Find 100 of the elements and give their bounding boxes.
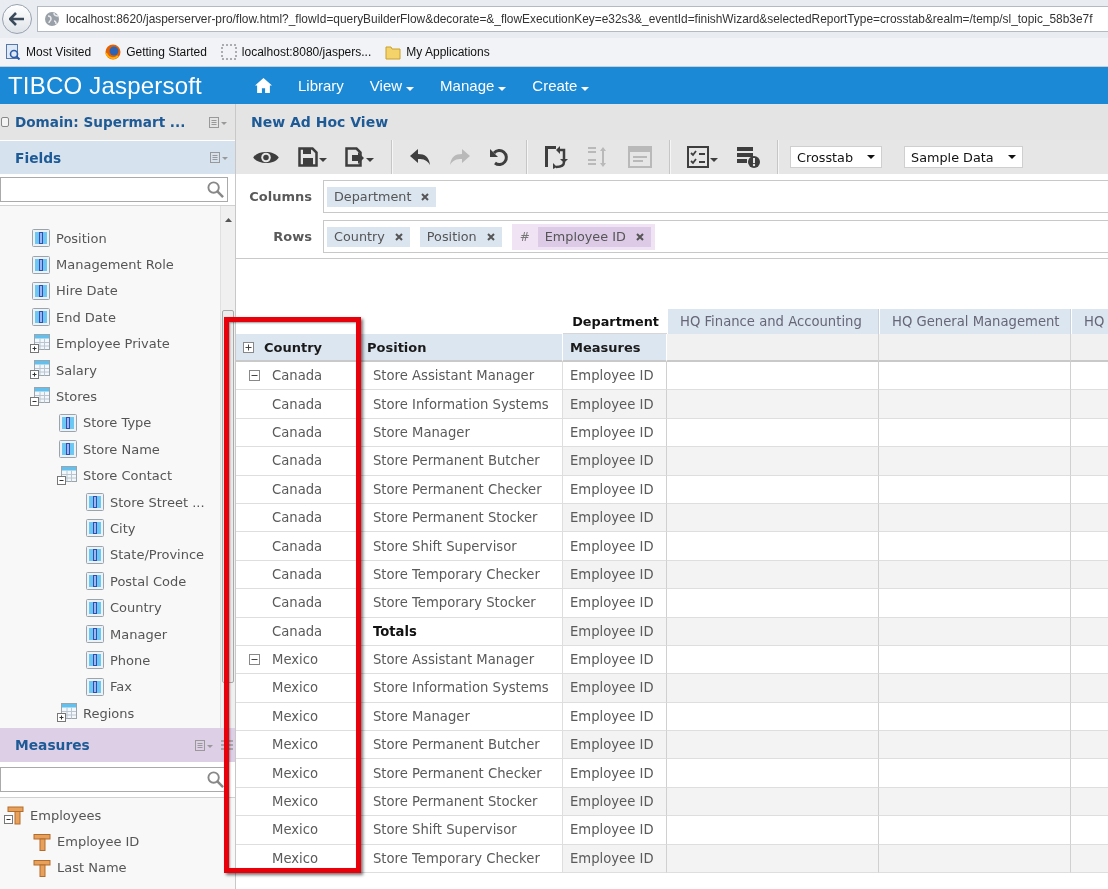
export-button[interactable] bbox=[342, 144, 377, 170]
table-cell: Store Shift Supervisor bbox=[360, 816, 563, 845]
rows-label: Rows bbox=[272, 229, 312, 244]
row-header[interactable]: Measures bbox=[563, 334, 667, 362]
input-controls-button[interactable] bbox=[684, 143, 721, 171]
view-type-select[interactable]: Crosstab bbox=[790, 146, 883, 168]
nav-menu-item[interactable]: Manage bbox=[440, 73, 507, 98]
bookmark-link[interactable]: Getting Started bbox=[102, 42, 210, 62]
field-item[interactable]: Management Role bbox=[56, 257, 174, 273]
table-cell: Canada bbox=[272, 424, 323, 440]
field-item[interactable]: Store Type bbox=[83, 415, 152, 431]
address-field[interactable]: localhost:8620/jasperserver-pro/flow.html?_flowId=queryBuilderFlow&decorate=&_flowExecutionKey=e32s3&_eventId=finishWizard&selectedReportType=crosstab&realm=/temp/sl_topic_58b3e7f bbox=[37, 6, 1108, 32]
lines-icon[interactable] bbox=[221, 740, 233, 750]
measure-item[interactable]: Last Name bbox=[57, 860, 127, 876]
field-item[interactable]: Salary bbox=[56, 362, 97, 378]
measure-item[interactable]: Employee ID bbox=[57, 834, 140, 850]
columns-drop-zone[interactable]: Department bbox=[323, 180, 1108, 213]
table-cell: Canada bbox=[272, 368, 323, 384]
column-header[interactable]: HQ Finance and Accounting bbox=[667, 309, 879, 334]
field-item[interactable]: Store Contact bbox=[83, 468, 173, 484]
field-item[interactable]: Postal Code bbox=[110, 573, 187, 589]
table-cell: Employee ID bbox=[563, 617, 667, 646]
field-item[interactable]: Position bbox=[56, 230, 107, 246]
circular-arrow-icon bbox=[489, 147, 509, 167]
nav-menu-item[interactable]: Library bbox=[298, 73, 344, 98]
table-plus-icon[interactable] bbox=[30, 360, 50, 381]
column-icon bbox=[86, 625, 104, 644]
minus-box-icon[interactable] bbox=[249, 654, 260, 666]
measures-group[interactable]: # Employee ID bbox=[511, 223, 655, 250]
table-cell: Mexico bbox=[272, 765, 319, 781]
field-item[interactable]: Hire Date bbox=[56, 283, 118, 299]
ruler-minus-icon[interactable] bbox=[4, 805, 24, 826]
field-item[interactable]: Employee Private bbox=[56, 336, 170, 352]
measure-item[interactable]: Employees bbox=[30, 807, 102, 823]
column-icon bbox=[32, 229, 50, 248]
field-chip[interactable]: Country bbox=[327, 226, 410, 247]
search-icon[interactable] bbox=[207, 771, 224, 788]
table-cell: Mexico bbox=[272, 794, 319, 810]
table-cell: Employee ID bbox=[563, 503, 667, 533]
nav-menu-item[interactable]: Create bbox=[532, 73, 590, 98]
column-icon bbox=[59, 440, 77, 459]
remove-icon[interactable] bbox=[486, 232, 495, 241]
field-item[interactable]: Manager bbox=[110, 626, 167, 642]
field-item[interactable]: Store Name bbox=[83, 441, 160, 457]
nav-menu-item[interactable]: View bbox=[369, 73, 415, 98]
field-item[interactable]: Phone bbox=[110, 652, 151, 668]
field-item[interactable]: End Date bbox=[56, 309, 116, 325]
remove-icon[interactable] bbox=[421, 192, 430, 201]
field-chip[interactable]: Position bbox=[419, 226, 502, 247]
home-button[interactable] bbox=[255, 76, 272, 95]
table-cell: Canada bbox=[272, 566, 323, 582]
table-cell: Employee ID bbox=[563, 475, 667, 504]
field-chip[interactable]: Department bbox=[327, 186, 437, 207]
table-window-icon bbox=[628, 146, 652, 168]
remove-icon[interactable] bbox=[394, 232, 403, 241]
column-icon bbox=[86, 677, 104, 696]
measure-chip[interactable]: Employee ID bbox=[537, 226, 651, 247]
row-header[interactable]: Position bbox=[360, 334, 563, 362]
table-cell: Store Temporary Stocker bbox=[360, 589, 563, 618]
field-item[interactable]: Fax bbox=[110, 679, 132, 695]
field-item[interactable]: Stores bbox=[56, 389, 98, 405]
table-plus-icon[interactable] bbox=[30, 333, 50, 354]
bookmark-link[interactable]: My Applications bbox=[382, 42, 493, 62]
table-minus-icon[interactable] bbox=[57, 465, 77, 486]
home-icon bbox=[255, 78, 272, 93]
table-cell: Canada bbox=[272, 623, 323, 639]
scroll-up-arrow-icon[interactable] bbox=[224, 218, 232, 222]
rectangle-icon[interactable] bbox=[1, 117, 9, 127]
table-minus-icon[interactable] bbox=[30, 386, 50, 407]
field-item[interactable]: Store Street ... bbox=[110, 494, 205, 510]
minus-box-icon[interactable] bbox=[249, 370, 260, 382]
table-cell: Store Permanent Checker bbox=[360, 475, 563, 504]
field-item[interactable]: State/Province bbox=[110, 547, 205, 563]
rows-drop-zone[interactable]: Country Position # Employee ID bbox=[323, 220, 1108, 253]
table-cell: Employee ID bbox=[563, 560, 667, 590]
plus-box-icon[interactable] bbox=[243, 341, 254, 353]
column-header[interactable]: HQ General Management bbox=[879, 309, 1071, 334]
column-icon bbox=[86, 598, 104, 617]
field-item[interactable]: Country bbox=[110, 600, 162, 616]
table-cell: Employee ID bbox=[563, 787, 667, 817]
table-plus-icon[interactable] bbox=[57, 703, 77, 724]
bookmark-link[interactable]: localhost:8080/jaspers... bbox=[217, 42, 375, 62]
bookmark-link[interactable]: Most Visited bbox=[2, 42, 95, 62]
field-item[interactable]: Regions bbox=[83, 705, 135, 721]
back-button[interactable] bbox=[2, 4, 32, 34]
data-size-select[interactable]: Sample Data bbox=[904, 146, 1023, 168]
field-item[interactable]: City bbox=[110, 521, 136, 536]
caret-icon bbox=[366, 158, 374, 162]
save-button[interactable] bbox=[295, 144, 330, 170]
remove-icon[interactable] bbox=[635, 232, 644, 241]
ruler-icon bbox=[33, 858, 51, 877]
caret-icon bbox=[1007, 155, 1016, 159]
search-field[interactable] bbox=[0, 177, 228, 202]
panel-title: Measures bbox=[15, 737, 91, 753]
column-header[interactable]: HQ bbox=[1071, 309, 1108, 334]
measures-marker: # bbox=[519, 229, 530, 244]
table-cell: Mexico bbox=[272, 850, 319, 866]
list-menu-icon[interactable] bbox=[209, 116, 227, 128]
table-cell: Store Manager bbox=[360, 418, 563, 448]
search-icon[interactable] bbox=[207, 181, 224, 198]
